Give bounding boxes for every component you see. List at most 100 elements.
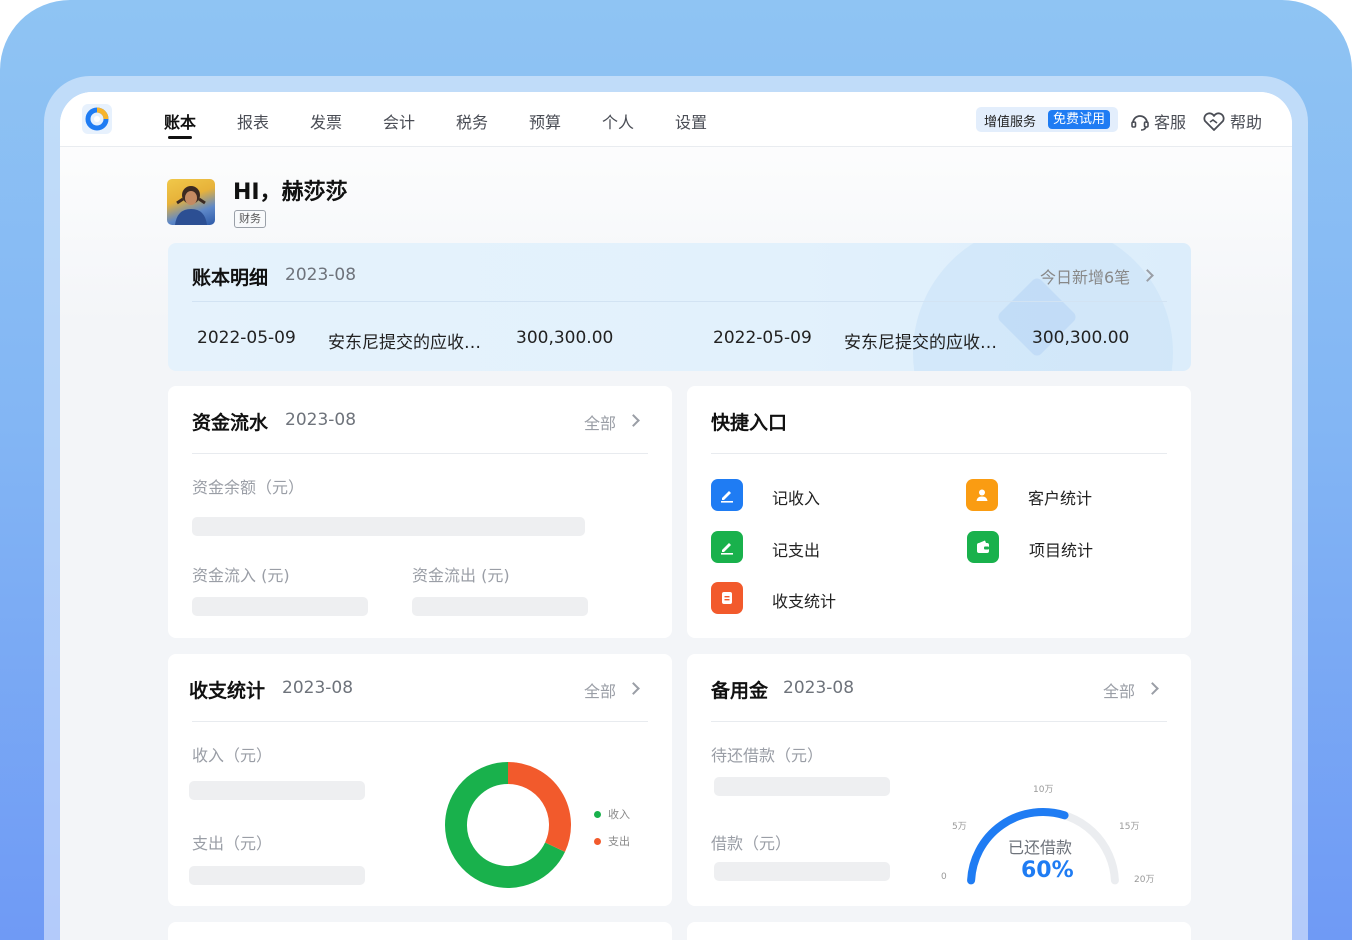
next-card-right xyxy=(687,922,1191,940)
tab-budget[interactable]: 预算 xyxy=(529,109,561,133)
today-new-link[interactable]: 今日新增6笔 xyxy=(1040,264,1130,288)
app-logo[interactable] xyxy=(82,104,112,134)
pending-loan-label: 待还借款（元） xyxy=(711,746,824,765)
cashflow-divider xyxy=(192,453,648,454)
user-photo xyxy=(175,186,207,225)
active-tab-indicator xyxy=(168,136,192,139)
tab-invoices[interactable]: 发票 xyxy=(310,109,342,133)
legend-income-label: 收入 xyxy=(608,808,630,821)
top-nav: 账本 报表 发票 会计 税务 预算 个人 设置 增值服务 免费试用 客服 帮助 xyxy=(60,92,1292,147)
tab-settings[interactable]: 设置 xyxy=(675,109,707,133)
tab-accounting[interactable]: 会计 xyxy=(383,109,415,133)
ledger-period: 2023-08 xyxy=(285,265,357,285)
help-button[interactable]: 帮助 xyxy=(1202,109,1262,133)
income-expense-title: 收支统计 xyxy=(189,680,266,702)
tab-tax[interactable]: 税务 xyxy=(456,109,488,133)
legend-dot-income xyxy=(594,811,601,818)
gauge-percent: 60% xyxy=(1021,858,1074,883)
project-stats-icon-box[interactable] xyxy=(967,531,999,563)
ledger-row-desc[interactable]: 安东尼提交的应收… xyxy=(328,328,481,353)
logo-icon xyxy=(85,107,109,131)
income-expense-period: 2023-08 xyxy=(282,678,354,698)
gauge-center-label: 已还借款 xyxy=(1008,838,1073,857)
legend-dot-expense xyxy=(594,838,601,845)
record-income-icon-box[interactable] xyxy=(711,479,743,511)
cashflow-all-link[interactable]: 全部 xyxy=(584,410,616,434)
tab-reports[interactable]: 报表 xyxy=(237,109,269,133)
ledger-row-date[interactable]: 2022-05-09 xyxy=(197,328,296,348)
pending-loan-placeholder xyxy=(714,777,890,796)
ledger-row-desc[interactable]: 安东尼提交的应收… xyxy=(844,328,997,353)
app-screen: 账本 报表 发票 会计 税务 预算 个人 设置 增值服务 免费试用 客服 帮助 xyxy=(60,92,1292,940)
document-icon xyxy=(722,592,732,604)
income-value-placeholder xyxy=(189,781,365,800)
income-expense-stats-icon-box[interactable] xyxy=(711,582,743,614)
income-expense-stats-link[interactable]: 收支统计 xyxy=(772,588,836,612)
value-added-label: 增值服务 xyxy=(984,115,1037,130)
record-income-link[interactable]: 记收入 xyxy=(772,485,820,509)
user-icon xyxy=(976,489,988,501)
chevron-right-icon xyxy=(1146,682,1159,695)
free-trial-badge: 免费试用 xyxy=(1048,110,1111,129)
ledger-row-amount[interactable]: 300,300.00 xyxy=(1032,328,1129,348)
chevron-right-icon xyxy=(627,682,640,695)
petty-cash-card: 备用金 2023-08 全部 待还借款（元） 借款（元） 0 5万 10万 15… xyxy=(687,654,1191,906)
ledger-card: 账本明细 2023-08 今日新增6笔 2022-05-09 安东尼提交的应收…… xyxy=(168,243,1191,371)
customer-service-label: 客服 xyxy=(1154,113,1187,132)
chevron-right-icon xyxy=(627,414,640,427)
outflow-value-placeholder xyxy=(412,597,588,616)
petty-cash-title: 备用金 xyxy=(711,680,769,702)
income-expense-card: 收支统计 2023-08 全部 收入（元） 支出（元） 收入 支出 xyxy=(168,654,672,906)
petty-cash-divider xyxy=(711,721,1167,722)
ledger-title: 账本明细 xyxy=(192,267,269,289)
petty-cash-all-link[interactable]: 全部 xyxy=(1103,678,1135,702)
legend-expense-label: 支出 xyxy=(608,835,630,848)
ledger-row-date[interactable]: 2022-05-09 xyxy=(713,328,812,348)
income-expense-divider xyxy=(192,721,648,722)
next-card-left xyxy=(168,922,672,940)
gauge-tick-10: 10万 xyxy=(1033,785,1054,795)
tab-ledger[interactable]: 账本 xyxy=(164,109,196,133)
loan-label: 借款（元） xyxy=(711,834,792,853)
value-added-service-button[interactable]: 增值服务 免费试用 xyxy=(976,107,1118,132)
income-expense-all-link[interactable]: 全部 xyxy=(584,678,616,702)
gauge-tick-15: 15万 xyxy=(1119,822,1140,832)
expense-value-placeholder xyxy=(189,866,365,885)
inflow-value-placeholder xyxy=(192,597,368,616)
loan-placeholder xyxy=(714,862,890,881)
headset-icon xyxy=(1131,115,1149,131)
outflow-label: 资金流出 (元) xyxy=(412,566,510,585)
quick-entry-card: 快捷入口 记收入 记支出 收支统计 客户统计 项目统计 xyxy=(687,386,1191,638)
gauge-tick-5: 5万 xyxy=(952,822,967,832)
cashflow-card: 资金流水 2023-08 全部 资金余额（元） 资金流入 (元) 资金流出 (元… xyxy=(168,386,672,638)
income-label: 收入（元） xyxy=(192,746,273,765)
balance-label: 资金余额（元） xyxy=(192,478,305,497)
gauge-tick-20: 20万 xyxy=(1134,875,1155,885)
customer-service-button[interactable]: 客服 xyxy=(1130,109,1186,133)
customer-stats-link[interactable]: 客户统计 xyxy=(1028,485,1092,509)
role-badge: 财务 xyxy=(234,210,266,228)
income-expense-donut-chart xyxy=(445,762,571,888)
record-expense-link[interactable]: 记支出 xyxy=(772,537,820,561)
customer-stats-icon-box[interactable] xyxy=(966,479,998,511)
balance-value-placeholder xyxy=(192,517,585,536)
wallet-icon xyxy=(977,540,989,553)
pen-icon xyxy=(721,491,733,503)
gauge-tick-0: 0 xyxy=(941,872,947,882)
avatar[interactable] xyxy=(167,179,215,225)
greeting-text: HI，赫莎莎 xyxy=(233,180,348,205)
quick-entry-divider xyxy=(711,453,1167,454)
tab-personal[interactable]: 个人 xyxy=(602,109,634,133)
ledger-divider xyxy=(192,301,1167,302)
help-label: 帮助 xyxy=(1230,113,1263,132)
record-expense-icon-box[interactable] xyxy=(711,531,743,563)
cashflow-title: 资金流水 xyxy=(192,412,269,434)
cashflow-period: 2023-08 xyxy=(285,410,357,430)
ledger-row-amount[interactable]: 300,300.00 xyxy=(516,328,613,348)
donut-slice-expense xyxy=(507,762,571,852)
heart-handshake-icon xyxy=(1203,112,1225,131)
project-stats-link[interactable]: 项目统计 xyxy=(1029,537,1093,561)
expense-label: 支出（元） xyxy=(192,834,273,853)
pen-icon xyxy=(721,543,733,555)
quick-entry-title: 快捷入口 xyxy=(711,412,788,434)
